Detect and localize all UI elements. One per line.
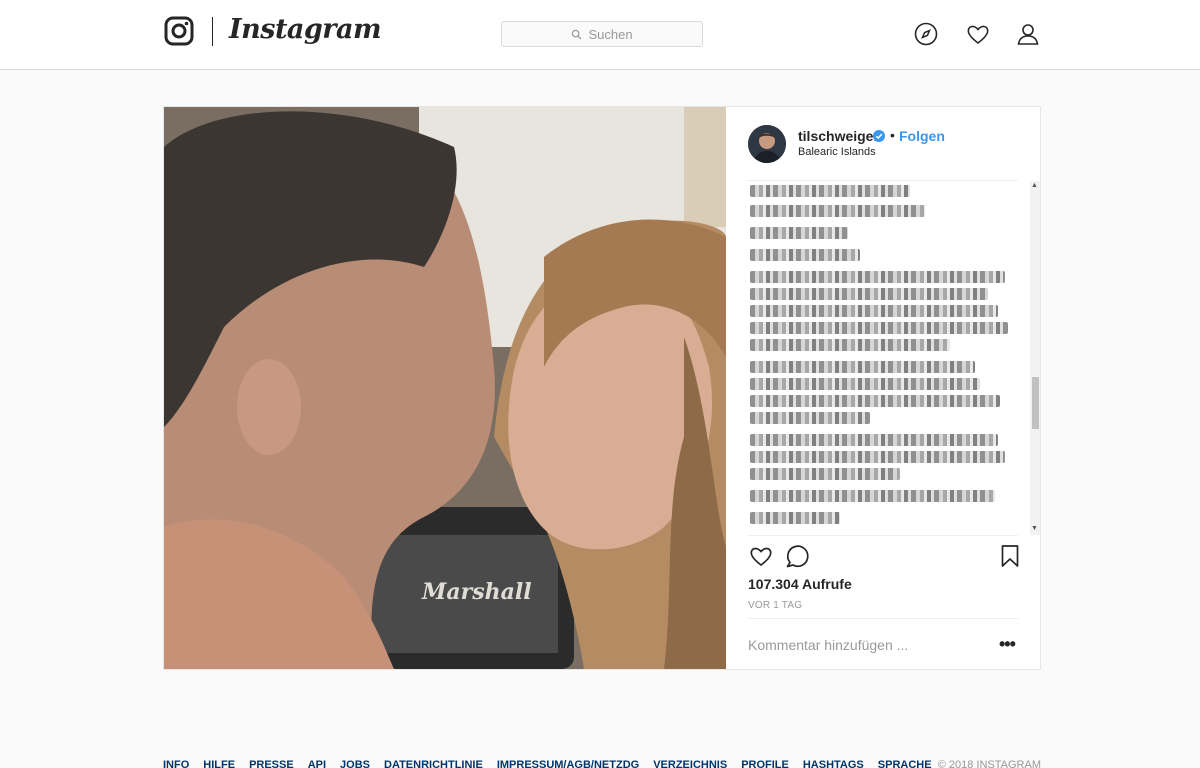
comment-line [750,468,900,480]
verified-badge-icon [873,129,885,142]
speaker-brand-label: Marshall [421,579,532,605]
comments-list[interactable] [748,181,1030,535]
comment-line [750,227,848,239]
post-video[interactable]: Marshall [164,107,726,669]
post-actions [748,543,1019,571]
footer-link-hashtags[interactable]: Hashtags [803,759,864,768]
footer-link-presse[interactable]: Presse [249,759,294,768]
instagram-wordmark[interactable]: Instagram [229,14,382,45]
comment-line [750,288,988,300]
comment-line [750,322,1008,334]
footer: Info Hilfe Presse API Jobs Datenrichtlin… [163,759,1041,768]
footer-link-api[interactable]: API [308,759,326,768]
comment-line [750,412,870,424]
comment-line [750,395,1000,407]
comment-line [750,339,950,351]
footer-link-info[interactable]: Info [163,759,189,768]
search-placeholder: Suchen [588,26,633,42]
top-navigation-bar: Instagram Suchen [0,0,1200,70]
comment-line [750,490,995,502]
input-divider [748,618,1018,619]
search-icon [572,29,582,40]
scroll-down-arrow-icon[interactable]: ▼ [1031,525,1038,532]
username-separator: • [890,127,895,143]
like-heart-icon[interactable] [748,543,774,569]
post-timestamp[interactable]: VOR 1 TAG [748,600,802,611]
comment-line [750,205,925,217]
post-location[interactable]: Balearic Islands [798,146,876,158]
footer-link-datenrichtlinie[interactable]: Datenrichtlinie [384,759,483,768]
comments-divider [748,535,1018,536]
follow-button[interactable]: Folgen [899,128,945,144]
comments-scrollbar[interactable]: ▲ ▼ [1030,181,1040,535]
comment-line [750,434,998,446]
footer-links: Info Hilfe Presse API Jobs Datenrichtlin… [163,759,932,768]
footer-link-jobs[interactable]: Jobs [340,759,370,768]
comment-line [750,361,975,373]
compass-icon[interactable] [913,21,939,47]
search-input[interactable]: Suchen [501,21,703,47]
post-username[interactable]: tilschweiger [798,128,879,144]
comment-line [750,451,1005,463]
view-count[interactable]: 107.304 Aufrufe [748,576,852,592]
post-card: Marshall tilschweiger • Folgen Balearic … [163,106,1041,670]
heart-icon[interactable] [965,21,991,47]
avatar[interactable] [748,125,786,163]
footer-link-sprache[interactable]: Sprache [878,759,932,768]
logo-separator [212,17,213,46]
comment-line [750,512,840,524]
bookmark-icon[interactable] [997,543,1023,569]
user-icon[interactable] [1015,21,1041,47]
comment-icon[interactable] [784,543,810,569]
scroll-up-arrow-icon[interactable]: ▲ [1031,182,1038,189]
comment-line [750,305,998,317]
instagram-glyph-icon[interactable] [164,16,194,46]
post-sidebar: tilschweiger • Folgen Balearic Islands ▲… [726,107,1040,669]
comment-line [750,185,910,197]
comment-line [750,378,980,390]
scrollbar-thumb[interactable] [1032,377,1039,429]
copyright: © 2018 Instagram [937,759,1041,768]
footer-link-verzeichnis[interactable]: Verzeichnis [653,759,727,768]
footer-link-impressum[interactable]: Impressum/AGB/NetzDG [497,759,639,768]
comment-line [750,249,860,261]
footer-link-profile[interactable]: Profile [741,759,789,768]
comment-input[interactable]: Kommentar hinzufügen ... [748,637,908,653]
footer-link-hilfe[interactable]: Hilfe [203,759,235,768]
comment-line [750,271,1005,283]
more-options-button[interactable]: ••• [999,634,1016,655]
